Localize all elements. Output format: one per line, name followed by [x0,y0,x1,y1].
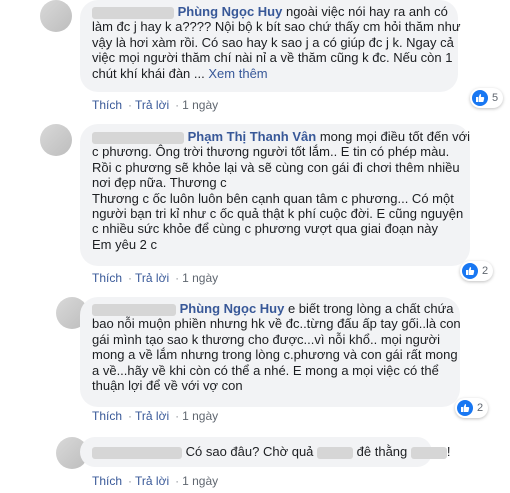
like-icon [462,263,478,279]
reply-button[interactable]: Trả lời [135,98,169,112]
comment-text-line: chút khí khái đàn [92,65,191,81]
comment-text-line: bao nỗi muộn phiền nhưng hk về đc..từng … [92,316,461,332]
comment-text-line: làm đc j hay k a???? Nội bộ k bít sao ch… [92,19,461,35]
comment-bubble: Có sao đâu? Chờ quả đê thằng ! [80,437,451,467]
like-icon [472,90,488,106]
reaction-count[interactable]: 2 [455,398,489,418]
redacted-name [92,303,176,316]
comment-timestamp[interactable]: 1 ngày [182,271,218,285]
comment-text-part: đê thằng [356,444,408,459]
comment-text-line: Em yêu 2 c [92,236,158,252]
ellipsis: ... [193,65,205,81]
comment-actions: Thích · Trả lời · 1 ngày [92,409,219,423]
comment-text-part: Có sao đâu? Chờ quả [185,444,314,459]
comment-text-line: e biết trong lòng a chất chứa [287,301,454,316]
comment-text-line: c nhiều sức khỏe để cùng c phương vượt q… [92,221,438,237]
comment-text-line: ngoài việc nói hay ra anh có [285,4,448,19]
reply-button[interactable]: Trả lời [135,271,169,285]
reaction-count[interactable]: 2 [460,261,494,281]
redacted-name [92,6,174,19]
comment-actions: Thích · Trả lời · 1 ngày [92,98,219,112]
comment-text-line: mong mọi điều tốt đến với [319,129,470,144]
comment-text-line: việc mọi người thăm chí nài nỉ a về thăm… [92,50,453,66]
comment-text-line: vậy là hơi xàm rồi. Có sao hay k sao j a… [92,34,454,50]
like-button[interactable]: Thích [92,474,122,488]
comment-author[interactable]: Phùng Ngọc Huy [180,301,285,316]
like-button[interactable]: Thích [92,98,122,112]
comment-text-line: Thương c ốc luôn luôn bên cạnh quan tâm … [92,190,454,206]
comment-bubble: Phạm Thị Thanh Vân mong mọi điều tốt đến… [80,124,470,266]
reaction-count-number: 2 [482,265,489,277]
comment-text-line: thuận lợi để về với vợ con [92,378,243,394]
comment-author[interactable]: Phạm Thị Thanh Vân [188,129,317,144]
comment-timestamp[interactable]: 1 ngày [182,474,218,488]
comment-actions: Thích · Trả lời · 1 ngày [92,474,219,488]
comment-text-line: người bạn tri kỉ như c ốc quả thật k phí… [92,206,464,222]
like-icon [457,400,473,416]
commenter-avatar[interactable] [40,124,72,156]
reply-button[interactable]: Trả lời [135,409,169,423]
comment-text-line: mong a về lắm nhưng trong lòng c.phương … [92,347,458,363]
comment-timestamp[interactable]: 1 ngày [182,98,218,112]
comment-actions: Thích · Trả lời · 1 ngày [92,271,219,285]
redacted-name [92,131,184,144]
comment-timestamp[interactable]: 1 ngày [182,409,218,423]
redacted-word [317,446,354,459]
comment-text-line: nơi đẹp nữa. Thương c [92,175,227,191]
comment-text-line: c phương. Ông trời thương người tốt lắm.… [92,144,450,160]
like-button[interactable]: Thích [92,409,122,423]
reply-button[interactable]: Trả lời [135,474,169,488]
comment-text-line: a về...hãy về khi còn có thể a nhé. E mo… [92,362,439,378]
comment-text-line: gái mình tạo sao k thương cho được...vì … [92,331,440,347]
comment-text-part: ! [446,444,451,459]
reaction-count-number: 5 [492,92,499,104]
see-more-link[interactable]: Xem thêm [208,66,267,81]
like-button[interactable]: Thích [92,271,122,285]
redacted-name [92,446,182,459]
comment-text-line: Rồi c phương sẽ khỏe lại và sẽ cùng con … [92,159,460,175]
comment-bubble: Phùng Ngọc Huy e biết trong lòng a chất … [80,297,461,407]
commenter-avatar[interactable] [40,0,72,32]
reaction-count-number: 2 [477,402,484,414]
comment-author[interactable]: Phùng Ngọc Huy [178,4,283,19]
redacted-word [410,446,447,459]
reaction-count[interactable]: 5 [470,88,504,108]
comment-bubble: Phùng Ngọc Huy ngoài việc nói hay ra anh… [80,0,461,92]
